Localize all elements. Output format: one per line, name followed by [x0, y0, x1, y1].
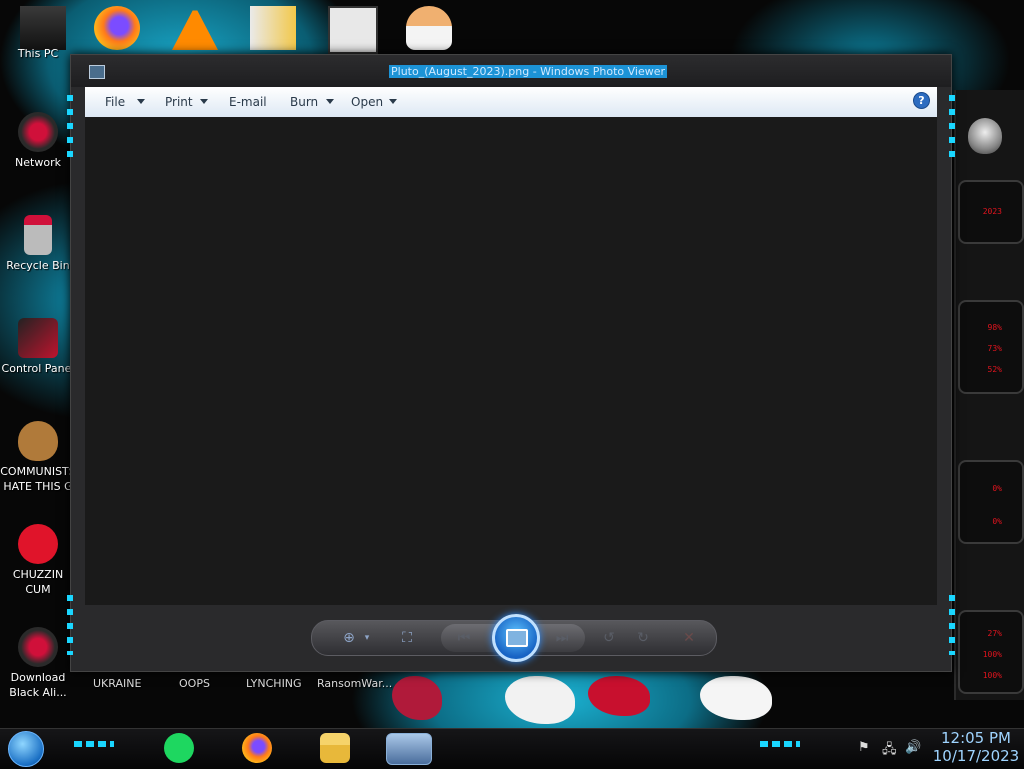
user-doctor-icon[interactable] [406, 6, 452, 50]
alien-network-icon [18, 112, 58, 152]
photo-viewer-window: Pluto_(August_2023).png - Windows Photo … [67, 54, 955, 672]
sneaker-art [392, 676, 442, 720]
window-title: Pluto_(August_2023).png - Windows Photo … [389, 65, 668, 78]
file-explorer-icon[interactable] [320, 733, 350, 763]
desktop-icon-app[interactable] [20, 6, 66, 50]
taskbar-accent [74, 741, 114, 747]
desktop-icon-this-pc[interactable]: This PC [0, 46, 76, 61]
photo-viewer-taskbar-icon[interactable] [386, 733, 432, 765]
alien-head-icon [968, 118, 1002, 154]
desktop-icon-label: This PC [17, 47, 59, 60]
desktop-icon-label: Network [15, 156, 61, 169]
zoom-icon[interactable]: ⊕ [340, 630, 358, 646]
window-edge-accent [949, 95, 955, 165]
gadget-panel [958, 460, 1024, 544]
gadget-value: 27% [987, 629, 1002, 638]
next-icon[interactable]: ⏭ [553, 630, 571, 646]
desktop-icon-label: Recycle Bin [6, 259, 70, 272]
desktop-icon-label: COMMUNISTS HATE THIS G [0, 465, 76, 493]
zoom-dropdown-icon[interactable]: ▾ [358, 630, 376, 646]
desktop-icon-label: CHUZZIN CUM [12, 568, 64, 596]
previous-icon[interactable]: ⏮ [455, 630, 473, 646]
alien-download-icon [18, 627, 58, 667]
help-button[interactable]: ? [913, 92, 930, 109]
menu-file[interactable]: File [105, 95, 125, 109]
clock-time: 12:05 PM [941, 729, 1011, 747]
window-edge-accent [67, 95, 73, 165]
red-monster-icon [18, 524, 58, 564]
desktop-icon-ransomware[interactable]: RansomWar... [317, 677, 392, 690]
menu-email[interactable]: E-mail [229, 95, 267, 109]
chevron-down-icon[interactable] [137, 99, 145, 104]
app-map-icon[interactable] [328, 6, 378, 54]
sneaker-art [505, 676, 575, 724]
menu-burn[interactable]: Burn [290, 95, 318, 109]
sneaker-art [700, 676, 772, 720]
volume-icon[interactable]: 🔊 [905, 740, 921, 755]
desktop-icon-chuzzin[interactable]: CHUZZIN CUM [0, 524, 76, 597]
desktop-icon-download-black-ali[interactable]: Download Black Ali... [0, 627, 76, 700]
title-bar[interactable]: Pluto_(August_2023).png - Windows Photo … [71, 55, 951, 87]
desktop-icon-label: Download Black Ali... [9, 671, 67, 699]
menu-open[interactable]: Open [351, 95, 383, 109]
start-button[interactable] [8, 731, 44, 767]
playback-controls: ⊕ ▾ ⛶ ⏮ ⏭ ↺ ↻ ✕ [311, 614, 717, 662]
desktop-icon-label: Control Panel [1, 362, 75, 375]
hxd-icon[interactable] [250, 6, 296, 50]
gadget-value: 2023 [982, 207, 1002, 216]
photo-viewer-app-icon [89, 65, 105, 79]
flag-icon[interactable]: ⚑ [858, 740, 870, 755]
control-panel-icon [18, 318, 58, 358]
taskbar-accent [760, 741, 800, 747]
slideshow-icon [506, 629, 528, 647]
image-display-area[interactable] [85, 117, 937, 605]
actual-size-icon[interactable]: ⛶ [398, 630, 416, 646]
chevron-down-icon[interactable] [389, 99, 397, 104]
gadget-value: 100% [982, 650, 1002, 659]
clock-date: 10/17/2023 [932, 747, 1020, 765]
firefox-icon[interactable] [94, 6, 140, 50]
desktop-icon-communists[interactable]: COMMUNISTS HATE THIS G [0, 421, 76, 494]
menu-bar: File Print E-mail Burn Open ? [85, 87, 937, 118]
money-bag-icon [18, 421, 58, 461]
gadget-value: 100% [982, 671, 1002, 680]
gadget-value: 98% [987, 323, 1002, 332]
sneaker-art [588, 676, 650, 716]
desktop-icon-control-panel[interactable]: Control Panel [0, 318, 76, 376]
network-icon[interactable]: 🖧 [882, 740, 897, 762]
slideshow-button[interactable] [492, 614, 540, 662]
chevron-down-icon[interactable] [326, 99, 334, 104]
recycle-bin-icon [24, 215, 52, 255]
desktop-icon-lynching[interactable]: LYNCHING [246, 677, 302, 690]
rotate-ccw-icon[interactable]: ↺ [600, 630, 618, 646]
spotify-icon[interactable] [164, 733, 194, 763]
menu-print[interactable]: Print [165, 95, 193, 109]
window-edge-accent [67, 595, 73, 655]
gadget-value: 0% [992, 484, 1002, 493]
chevron-down-icon[interactable] [200, 99, 208, 104]
taskbar: ⚑ 🖧 🔊 12:05 PM 10/17/2023 [0, 728, 1024, 769]
desktop-icon-recycle-bin[interactable]: Recycle Bin [0, 215, 76, 273]
firefox-icon[interactable] [242, 733, 272, 763]
gadget-value: 73% [987, 344, 1002, 353]
delete-icon[interactable]: ✕ [680, 630, 698, 646]
window-edge-accent [949, 595, 955, 655]
desktop-icon-network[interactable]: Network [0, 112, 76, 170]
desktop-icon-ukraine[interactable]: UKRAINE [93, 677, 141, 690]
gadget-value: 52% [987, 365, 1002, 374]
desktop-icon-oops[interactable]: OOPS [179, 677, 210, 690]
clock[interactable]: 12:05 PM 10/17/2023 [930, 729, 1022, 765]
rotate-cw-icon[interactable]: ↻ [634, 630, 652, 646]
gadget-value: 0% [992, 517, 1002, 526]
